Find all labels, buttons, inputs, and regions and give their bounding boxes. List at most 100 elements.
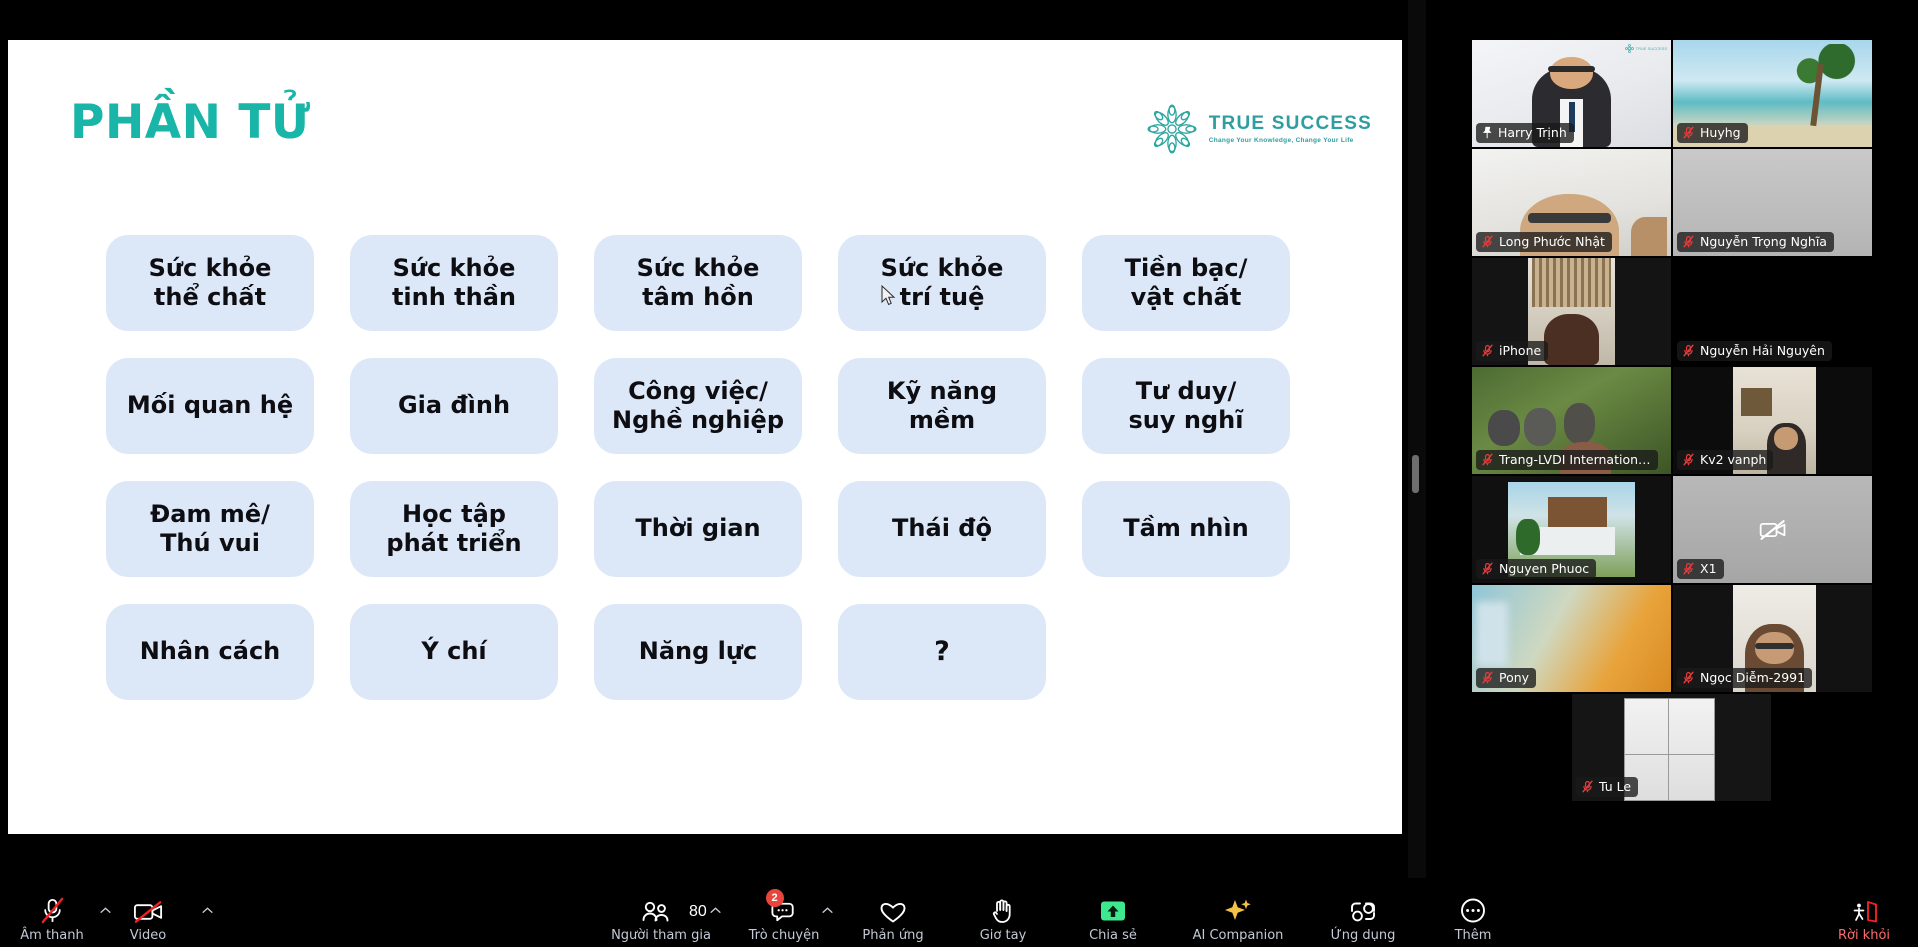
grid-cell-label: Sức khỏe trí tuệ <box>880 253 1004 311</box>
divider-drag-handle[interactable] <box>1412 455 1419 493</box>
audio-label: Âm thanh <box>20 928 84 943</box>
page-title: PHẦN TỬ <box>70 95 311 150</box>
microphone-muted-icon <box>1481 453 1494 466</box>
grid-cell: Đam mê/ Thú vui <box>106 481 314 577</box>
participant-tile[interactable]: TRUE SUCCESS Harry Trịnh <box>1472 40 1671 147</box>
video-options-caret[interactable] <box>198 887 216 921</box>
raise-hand-button[interactable]: Giơ tay <box>948 891 1058 943</box>
microphone-muted-icon <box>1481 562 1494 575</box>
grid-cell: ? <box>838 604 1046 700</box>
share-screen-icon <box>1098 891 1128 925</box>
people-icon: 80 <box>640 891 707 925</box>
grid-cell-label: Gia đình <box>397 391 511 420</box>
grid-cell: Kỹ năng mềm <box>838 358 1046 454</box>
participant-tile[interactable]: Trang-LVDI Internation… <box>1472 367 1671 474</box>
grid-cell-empty <box>1082 604 1290 700</box>
microphone-muted-icon <box>1682 562 1695 575</box>
participant-nameplate: Nguyen Phuoc <box>1476 559 1597 579</box>
grid-cell-label: Thái độ <box>892 514 992 543</box>
brand-logo: TRUE SUCCESS Change Your Knowledge, Chan… <box>1145 102 1372 156</box>
raise-hand-label: Giơ tay <box>979 928 1027 943</box>
grid-cell-label: Kỹ năng mềm <box>886 376 998 434</box>
more-label: Thêm <box>1454 928 1492 943</box>
video-button[interactable]: Video <box>100 891 196 943</box>
participant-tile[interactable]: Kv2 vanph <box>1673 367 1872 474</box>
grid-cell: Thời gian <box>594 481 802 577</box>
apps-button[interactable]: Ứng dụng <box>1308 891 1418 943</box>
participant-tile[interactable]: Nguyễn Trọng Nghĩa <box>1673 149 1872 256</box>
microphone-muted-icon <box>1481 235 1494 248</box>
grid-cell: Tư duy/ suy nghĩ <box>1082 358 1290 454</box>
grid-cell: Công việc/ Nghề nghiệp <box>594 358 802 454</box>
participant-nameplate: Long Phước Nhật <box>1476 232 1612 252</box>
grid-cell-label: Công việc/ Nghề nghiệp <box>611 376 785 434</box>
participant-tile[interactable]: Nguyen Phuoc <box>1472 476 1671 583</box>
participant-tile[interactable]: X1 <box>1673 476 1872 583</box>
participant-tile[interactable]: Ngọc Diễm-2991 <box>1673 585 1872 692</box>
grid-cell-label: Năng lực <box>638 637 758 666</box>
grid-cell-label: Học tập phát triển <box>386 499 522 557</box>
leave-door-icon <box>1849 891 1879 925</box>
grid-cell: Ý chí <box>350 604 558 700</box>
leave-button[interactable]: Rời khỏi <box>1815 891 1913 943</box>
participant-count: 80 <box>689 903 707 920</box>
participant-name: Nguyễn Trọng Nghĩa <box>1700 234 1827 249</box>
chat-bubble-icon: 2 <box>765 889 800 925</box>
panel-divider[interactable] <box>1408 0 1426 878</box>
leave-label: Rời khỏi <box>1837 928 1891 943</box>
participant-name: Nguyen Phuoc <box>1499 561 1590 576</box>
participant-name: Kv2 vanph <box>1700 452 1767 467</box>
participant-nameplate: Trang-LVDI Internation… <box>1476 450 1658 470</box>
microphone-muted-icon <box>38 891 67 925</box>
participant-nameplate: Nguyễn Trọng Nghĩa <box>1677 232 1834 252</box>
share-screen-button[interactable]: Chia sẻ <box>1058 891 1168 943</box>
participant-name: iPhone <box>1499 343 1542 358</box>
ai-companion-label: AI Companion <box>1192 928 1284 943</box>
participant-nameplate: Harry Trịnh <box>1476 123 1574 143</box>
grid-cell: Nhân cách <box>106 604 314 700</box>
participant-name: Pony <box>1499 670 1530 685</box>
audio-button[interactable]: Âm thanh <box>4 891 100 943</box>
participants-options-caret[interactable] <box>706 887 724 921</box>
participant-tile[interactable]: iPhone <box>1472 258 1671 365</box>
participant-tile[interactable]: Nguyễn Hải Nguyên <box>1673 258 1872 365</box>
reactions-button[interactable]: Phản ứng <box>838 891 948 943</box>
participant-name: Tu Le <box>1599 779 1632 794</box>
element-grid: Sức khỏe thể chất Sức khỏe tinh thần Sức k… <box>106 235 1290 700</box>
grid-cell: Học tập phát triển <box>350 481 558 577</box>
participant-tile[interactable]: Tu Le <box>1572 694 1771 801</box>
chat-options-caret[interactable] <box>818 887 836 921</box>
participant-nameplate: Nguyễn Hải Nguyên <box>1677 341 1832 361</box>
grid-cell-label: Sức khỏe tâm hồn <box>636 253 760 311</box>
tile-brand-logo: TRUE SUCCESS <box>1624 44 1667 53</box>
participant-name: Harry Trịnh <box>1498 125 1567 140</box>
reactions-label: Phản ứng <box>862 928 924 943</box>
participant-tile[interactable]: Long Phước Nhật <box>1472 149 1671 256</box>
grid-cell: Tầm nhìn <box>1082 481 1290 577</box>
pin-icon <box>1481 126 1493 139</box>
grid-cell-label: Ý chí <box>421 637 487 666</box>
grid-cell: Năng lực <box>594 604 802 700</box>
participant-name: Trang-LVDI Internation… <box>1499 452 1651 467</box>
grid-cell-label: Sức khỏe tinh thần <box>391 253 517 311</box>
participant-tile[interactable]: Huyhg <box>1673 40 1872 147</box>
video-label: Video <box>129 928 167 943</box>
camera-off-icon <box>1758 518 1788 542</box>
ai-companion-button[interactable]: AI Companion <box>1168 891 1308 943</box>
grid-cell-label: Tư duy/ suy nghĩ <box>1128 376 1244 434</box>
more-button[interactable]: Thêm <box>1418 891 1528 943</box>
grid-cell-label: Thời gian <box>635 514 761 543</box>
participant-nameplate: Huyhg <box>1677 123 1748 143</box>
grid-cell-label: ? <box>934 635 950 667</box>
participant-tile[interactable]: Pony <box>1472 585 1671 692</box>
participant-nameplate: X1 <box>1677 559 1724 579</box>
share-screen-label: Chia sẻ <box>1089 928 1137 943</box>
heart-icon <box>878 891 908 925</box>
participant-name: Nguyễn Hải Nguyên <box>1700 343 1825 358</box>
participant-name: Huyhg <box>1700 125 1741 140</box>
participant-nameplate: Pony <box>1476 668 1537 688</box>
participants-label: Người tham gia <box>611 928 711 943</box>
ellipsis-circle-icon <box>1459 891 1487 925</box>
grid-cell-label: Tiền bạc/ vật chất <box>1124 253 1248 311</box>
camera-off-icon <box>132 891 165 925</box>
